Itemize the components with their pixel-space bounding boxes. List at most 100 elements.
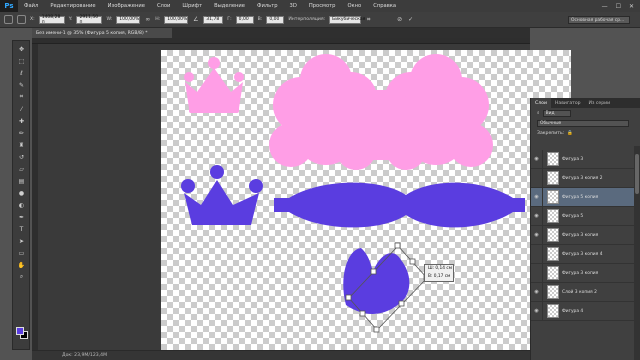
workspace-select[interactable]: Основная рабочая ср... <box>568 16 630 24</box>
layer-name: Фигура 5 копия <box>562 194 599 200</box>
height-field[interactable]: 100,00% <box>164 15 189 24</box>
menu-image[interactable]: Изображение <box>102 3 151 9</box>
document-tab-bar: Без имени-1 @ 35% (Фигура 5 копия, RGB/8… <box>32 28 530 38</box>
visibility-eye-icon[interactable] <box>531 244 543 264</box>
blur-icon[interactable]: ● <box>17 189 26 197</box>
foreground-color-swatch[interactable] <box>16 327 24 335</box>
link-icon[interactable]: ∞ <box>144 16 151 23</box>
menu-type[interactable]: Шрифт <box>176 3 208 9</box>
dodge-icon[interactable]: ◐ <box>17 201 26 209</box>
eyedropper-icon[interactable]: ⁄ <box>17 105 26 113</box>
pen-icon[interactable]: ✒ <box>17 213 26 221</box>
menu-layers[interactable]: Слои <box>151 3 176 9</box>
layer-row-selected[interactable]: ◉ Фигура 5 копия <box>531 187 635 207</box>
visibility-eye-icon[interactable]: ◉ <box>531 282 543 302</box>
visibility-eye-icon[interactable]: ◉ <box>531 206 543 226</box>
menu-help[interactable]: Справка <box>367 3 402 9</box>
quick-select-icon[interactable]: ✎ <box>17 81 26 89</box>
options-bar: X: 1408,28 п Y: 2911,50 п W: 100,00% ∞ H… <box>0 12 640 28</box>
layer-row[interactable]: ◉ Фигура 5 <box>531 206 635 226</box>
clone-stamp-icon[interactable]: ♜ <box>17 141 26 149</box>
layer-name: Фигура 3 копия <box>562 232 599 238</box>
menu-window[interactable]: Окно <box>341 3 367 9</box>
document-tab[interactable]: Без имени-1 @ 35% (Фигура 5 копия, RGB/8… <box>32 28 172 38</box>
vskew-label: В: <box>257 17 263 22</box>
visibility-eye-icon[interactable]: ◉ <box>531 149 543 169</box>
lock-row: Закрепить: 🔒 <box>531 128 640 138</box>
commit-transform-icon[interactable]: ✓ <box>407 16 414 23</box>
menu-file[interactable]: Файл <box>18 3 44 9</box>
layer-name: Фигура 3 копия 2 <box>562 175 603 181</box>
eraser-icon[interactable]: ▱ <box>17 165 26 173</box>
visibility-eye-icon[interactable]: ◉ <box>531 301 543 321</box>
reference-point-icon[interactable] <box>17 15 26 24</box>
hskew-label: Г: <box>227 17 232 22</box>
artwork <box>181 54 525 333</box>
w-label: W: <box>106 17 113 22</box>
blend-mode-select[interactable]: Обычные <box>537 119 629 127</box>
menu-3d[interactable]: 3D <box>284 3 303 9</box>
crop-icon[interactable]: ⌗ <box>17 93 26 101</box>
minimize-button[interactable]: — <box>602 3 608 10</box>
layer-row[interactable]: ◉ Слой 3 копия 2 <box>531 282 635 302</box>
angle-field[interactable]: 31,78 <box>203 15 224 24</box>
lasso-icon[interactable]: ℓ <box>17 69 26 77</box>
layers-scrollbar[interactable] <box>634 146 640 360</box>
path-select-icon[interactable]: ➤ <box>17 237 26 245</box>
tab-navigator[interactable]: Навигатор <box>551 98 585 108</box>
close-button[interactable]: ✕ <box>629 3 634 10</box>
gradient-icon[interactable]: ▤ <box>17 177 26 185</box>
visibility-eye-icon[interactable]: ◉ <box>531 225 543 245</box>
visibility-eye-icon[interactable]: ◉ <box>531 187 543 207</box>
lock-icon[interactable]: 🔒 <box>567 131 573 136</box>
y-label: Y: <box>68 17 73 22</box>
history-brush-icon[interactable]: ↺ <box>17 153 26 161</box>
tab-layers[interactable]: Слои <box>531 98 551 108</box>
width-field[interactable]: 100,00% <box>116 15 141 24</box>
tab-series[interactable]: Из серии <box>585 98 615 108</box>
tools-panel: ✥ ⬚ ℓ ✎ ⌗ ⁄ ✚ ✏ ♜ ↺ ▱ ▤ ● ◐ ✒ T ➤ ▭ ✋ ⌕ <box>12 40 30 350</box>
filter-search-icon: ⌕ <box>537 111 540 116</box>
vskew-field[interactable]: 0,00 <box>266 15 285 24</box>
brush-icon[interactable]: ✏ <box>17 129 26 137</box>
warp-icon[interactable]: ⌗ <box>365 16 372 23</box>
layer-name: Слой 3 копия 2 <box>562 289 597 295</box>
transform-tool-icon[interactable] <box>4 15 13 24</box>
layer-thumbnail <box>547 247 559 261</box>
layer-row[interactable]: Фигура 3 копия <box>531 263 635 283</box>
menu-view[interactable]: Просмотр <box>303 3 342 9</box>
visibility-eye-icon[interactable] <box>531 168 543 188</box>
marquee-icon[interactable]: ⬚ <box>17 57 26 65</box>
menu-select[interactable]: Выделение <box>208 3 251 9</box>
document-canvas[interactable] <box>161 50 571 350</box>
pink-crown-shape <box>184 57 244 113</box>
hand-icon[interactable]: ✋ <box>17 261 26 269</box>
layer-row[interactable]: Фигура 3 копия 4 <box>531 244 635 264</box>
x-field[interactable]: 1408,28 п <box>38 15 65 25</box>
layer-row[interactable]: ◉ Фигура 3 <box>531 149 635 169</box>
kind-filter-select[interactable]: Вид <box>542 109 571 117</box>
layers-panel: Слои Навигатор Из серии ⌕ Вид Обычные За… <box>530 98 640 360</box>
maximize-button[interactable]: ☐ <box>616 3 621 10</box>
window-controls: — ☐ ✕ <box>602 3 640 10</box>
y-field[interactable]: 2911,50 п <box>76 15 103 25</box>
layer-row[interactable]: Фигура 3 копия 2 <box>531 168 635 188</box>
layer-thumbnail <box>547 285 559 299</box>
type-icon[interactable]: T <box>17 225 26 233</box>
layer-thumbnail <box>547 304 559 318</box>
cancel-transform-icon[interactable]: ⊘ <box>396 16 403 23</box>
move-icon[interactable]: ✥ <box>17 45 26 53</box>
layer-row[interactable]: ◉ Фигура 4 <box>531 301 635 321</box>
transform-tooltip: Ш: 0,14 см В: 0,17 см <box>424 264 454 282</box>
layer-row[interactable]: ◉ Фигура 3 копия <box>531 225 635 245</box>
zoom-icon[interactable]: ⌕ <box>17 273 26 281</box>
shape-icon[interactable]: ▭ <box>17 249 26 257</box>
healing-icon[interactable]: ✚ <box>17 117 26 125</box>
h-label: H: <box>155 17 161 22</box>
scrollbar-thumb[interactable] <box>635 154 639 194</box>
visibility-eye-icon[interactable] <box>531 263 543 283</box>
menu-edit[interactable]: Редактирование <box>44 3 101 9</box>
hskew-field[interactable]: 0,00 <box>235 15 254 24</box>
interpolation-select[interactable]: Бикубическая <box>329 15 365 24</box>
menu-filter[interactable]: Фильтр <box>251 3 284 9</box>
